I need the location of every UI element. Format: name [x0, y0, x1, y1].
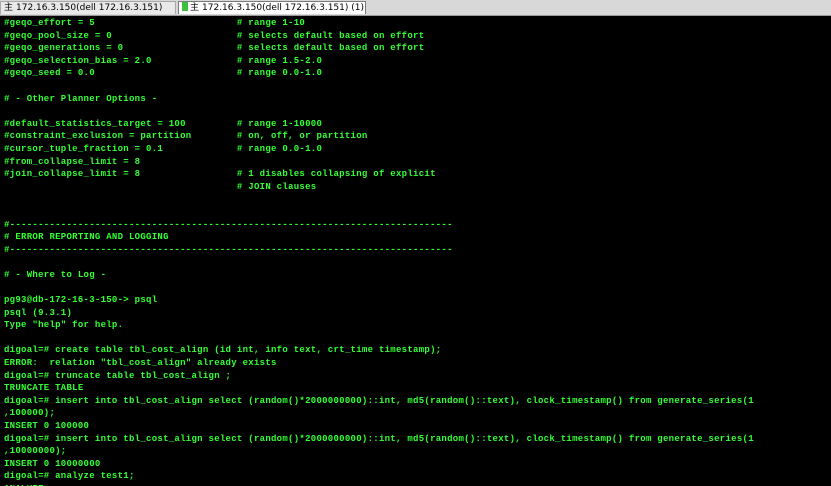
- terminal-line: #join_collapse_limit = 8 # 1 disables co…: [4, 169, 436, 180]
- terminal-line: # ERROR REPORTING AND LOGGING: [4, 232, 169, 243]
- terminal-window: 主 172.16.3.150(dell 172.16.3.151) 主 172.16…: [0, 0, 831, 486]
- terminal-line: digoal=# create table tbl_cost_align (id…: [4, 345, 442, 356]
- terminal-line: #cursor_tuple_fraction = 0.1 # range 0.0…: [4, 143, 323, 154]
- session-tab-1-label: 172.16.3.150(dell 172.16.3.151): [16, 3, 163, 13]
- terminal-line: INSERT 0 100000: [4, 421, 90, 431]
- terminal-line: TRUNCATE TABLE: [4, 383, 84, 394]
- terminal-line: #geqo_selection_bias = 2.0 # range 1.5-2…: [4, 55, 323, 66]
- session-tab-1-glyph: 主: [4, 3, 14, 13]
- terminal-line: ,100000);: [4, 408, 56, 419]
- terminal-line: # - Where to Log -: [4, 269, 107, 280]
- terminal-line: psql (9.3.1): [4, 307, 73, 318]
- terminal-line: pg93@db-172-16-3-150-> psql: [4, 295, 158, 306]
- terminal-line: ,10000000);: [4, 446, 67, 457]
- terminal-line: #geqo_pool_size = 0 # selects default ba…: [4, 30, 425, 41]
- terminal-line: #geqo_effort = 5 # range 1-10: [4, 18, 306, 28]
- terminal-line: #geqo_generations = 0 # selects default …: [4, 43, 425, 54]
- terminal-line: #---------------------------------------…: [4, 244, 453, 255]
- terminal-line: INSERT 0 10000000: [4, 458, 101, 469]
- terminal-output[interactable]: #geqo_effort = 5 # range 1-10 #geqo_pool_…: [4, 17, 831, 486]
- terminal-line: digoal=# truncate table tbl_cost_align ;: [4, 370, 232, 381]
- terminal-line: digoal=# insert into tbl_cost_align sele…: [4, 395, 754, 406]
- terminal-line: Type "help" for help.: [4, 320, 124, 331]
- session-tab-bar: 主 172.16.3.150(dell 172.16.3.151) 主 172.16…: [0, 0, 831, 16]
- terminal-line: #default_statistics_target = 100 # range…: [4, 118, 323, 129]
- terminal-line: #geqo_seed = 0.0 # range 0.0-1.0: [4, 68, 323, 79]
- session-tab-2[interactable]: 主 172.16.3.150(dell 172.16.3.151) (1): [178, 1, 366, 14]
- session-tab-2-glyph: 主: [190, 3, 200, 13]
- terminal-line: #constraint_exclusion = partition # on, …: [4, 131, 368, 142]
- terminal-line: # JOIN clauses: [4, 181, 317, 192]
- terminal-line: # - Other Planner Options -: [4, 93, 158, 104]
- session-tab-1[interactable]: 主 172.16.3.150(dell 172.16.3.151): [0, 1, 176, 14]
- active-session-indicator-icon: [182, 2, 188, 11]
- terminal-line: #from_collapse_limit = 8: [4, 156, 141, 167]
- terminal-line: digoal=# insert into tbl_cost_align sele…: [4, 433, 754, 444]
- session-tab-2-label: 172.16.3.150(dell 172.16.3.151) (1): [202, 3, 364, 13]
- terminal-line: digoal=# analyze test1;: [4, 471, 135, 482]
- terminal-line: #---------------------------------------…: [4, 219, 453, 230]
- terminal-line: ERROR: relation "tbl_cost_align" already…: [4, 358, 277, 369]
